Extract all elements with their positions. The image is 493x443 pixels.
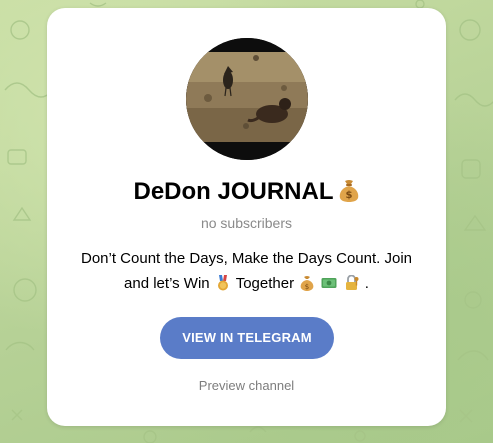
- view-in-telegram-button[interactable]: VIEW IN TELEGRAM: [160, 317, 334, 359]
- description-text-2: Together: [235, 275, 295, 292]
- subscriber-count: no subscribers: [200, 215, 293, 231]
- channel-title: DeDon JOURNAL $: [47, 178, 446, 209]
- channel-description: Don’t Count the Days, Make the Days Coun…: [69, 246, 424, 296]
- locked-with-key-icon: [344, 274, 360, 290]
- dollar-banknote-icon: [321, 274, 337, 290]
- medal-icon: [215, 274, 231, 291]
- svg-text:$: $: [345, 190, 352, 201]
- description-text-3: .: [364, 275, 369, 292]
- channel-avatar: [186, 38, 308, 160]
- svg-text:$: $: [305, 283, 309, 291]
- avatar-photo: [186, 38, 308, 160]
- channel-title-text: DeDon JOURNAL: [133, 178, 334, 205]
- money-bag-icon: $: [338, 178, 360, 209]
- preview-channel-link[interactable]: Preview channel: [47, 378, 446, 393]
- money-bag-icon: $: [299, 274, 315, 291]
- channel-preview-card: DeDon JOURNAL $ no subscribers Don’t Coun…: [47, 8, 446, 426]
